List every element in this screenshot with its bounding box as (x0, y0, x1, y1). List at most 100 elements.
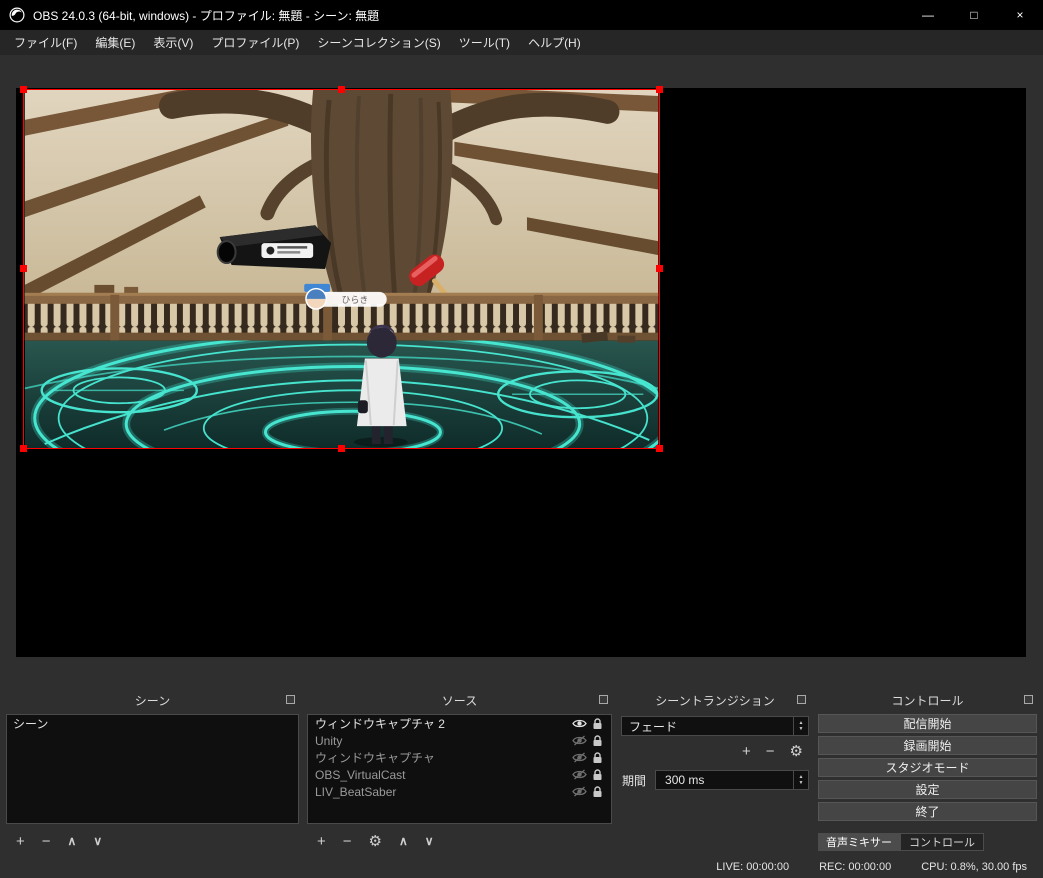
preview-canvas: ひらき (16, 86, 1026, 657)
transition-properties-button[interactable]: ⚙ (790, 744, 803, 759)
transitions-panel-header: シーントランジション (619, 690, 811, 710)
transition-select[interactable]: フェード ▲ ▼ (621, 716, 809, 736)
dock-float-icon[interactable] (1024, 695, 1033, 704)
menubar: ファイル(F) 編集(E) 表示(V) プロファイル(P) シーンコレクション(… (0, 30, 1043, 55)
transition-buttons: + − ⚙ (742, 744, 803, 759)
source-properties-button[interactable]: ⚙ (369, 834, 382, 849)
selection-handle[interactable] (20, 86, 27, 93)
menu-edit[interactable]: 編集(E) (86, 30, 144, 55)
lock-icon[interactable] (588, 717, 606, 730)
lock-icon[interactable] (588, 734, 606, 747)
vr-scene-preview: ひらき (24, 90, 659, 448)
sources-panel: ソース ウィンドウキャプチャ 2 Unity ウィンドウキャプチャ OBS_Vi… (306, 690, 613, 855)
visibility-off-icon[interactable] (570, 769, 588, 780)
selection-handle[interactable] (337, 445, 345, 452)
scene-name: シーン (13, 717, 49, 731)
source-name: ウィンドウキャプチャ (315, 751, 435, 765)
controls-panel: コントロール 配信開始 録画開始 スタジオモード 設定 終了 (817, 690, 1038, 855)
tab-controls[interactable]: コントロール (900, 833, 984, 851)
remove-transition-button[interactable]: − (766, 744, 775, 759)
obs-logo-icon (9, 7, 25, 23)
sources-panel-header: ソース (306, 690, 613, 710)
visibility-icon[interactable] (570, 718, 588, 729)
start-recording-button[interactable]: 録画開始 (818, 736, 1037, 755)
source-name: OBS_VirtualCast (315, 767, 406, 782)
statusbar: LIVE: 00:00:00 REC: 00:00:00 CPU: 0.8%, … (716, 861, 1027, 873)
source-up-button[interactable]: ∧ (399, 835, 408, 847)
close-button[interactable]: × (997, 0, 1043, 30)
lock-icon[interactable] (588, 785, 606, 798)
visibility-off-icon[interactable] (570, 786, 588, 797)
selection-handle[interactable] (20, 445, 27, 452)
add-transition-button[interactable]: + (742, 744, 751, 759)
maximize-button[interactable]: □ (951, 0, 997, 30)
sources-panel-title: ソース (441, 693, 478, 708)
studio-mode-button[interactable]: スタジオモード (818, 758, 1037, 777)
nametag-label: ひらき (342, 295, 369, 305)
scene-up-button[interactable]: ∧ (68, 835, 77, 847)
remove-scene-button[interactable]: − (42, 834, 51, 849)
duration-label: 期間 (622, 773, 647, 788)
cpu-status: CPU: 0.8%, 30.00 fps (921, 861, 1027, 873)
source-name: Unity (315, 733, 343, 748)
transition-select-spinner[interactable]: ▲ ▼ (793, 717, 808, 735)
scenes-panel-header: シーン (5, 690, 300, 710)
dock-float-icon[interactable] (797, 695, 806, 704)
lock-icon[interactable] (588, 768, 606, 781)
exit-button[interactable]: 終了 (818, 802, 1037, 821)
selection-handle[interactable] (656, 445, 663, 452)
obs-window: OBS 24.0.3 (64-bit, windows) - プロファイル: 無… (0, 0, 1043, 878)
lock-icon[interactable] (588, 751, 606, 764)
controls-panel-title: コントロール (891, 693, 964, 708)
selection-handle[interactable] (656, 265, 663, 272)
titlebar: OBS 24.0.3 (64-bit, windows) - プロファイル: 無… (0, 0, 1043, 30)
menu-scene-collection[interactable]: シーンコレクション(S) (308, 30, 449, 55)
sources-list: ウィンドウキャプチャ 2 Unity ウィンドウキャプチャ OBS_Virtua… (307, 714, 612, 824)
controls-panel-header: コントロール (817, 690, 1038, 710)
source-row[interactable]: Unity (308, 732, 611, 749)
add-scene-button[interactable]: + (16, 834, 25, 849)
dock-float-icon[interactable] (286, 695, 295, 704)
source-row[interactable]: ウィンドウキャプチャ 2 (308, 715, 611, 732)
start-streaming-button[interactable]: 配信開始 (818, 714, 1037, 733)
menu-tools[interactable]: ツール(T) (450, 30, 519, 55)
minimize-button[interactable]: — (905, 0, 951, 30)
remove-source-button[interactable]: − (343, 834, 352, 849)
video-source[interactable]: ひらき (20, 86, 663, 452)
window-title: OBS 24.0.3 (64-bit, windows) - プロファイル: 無… (33, 8, 380, 23)
tab-audio-mixer[interactable]: 音声ミキサー (818, 833, 900, 851)
menu-profile[interactable]: プロファイル(P) (202, 30, 308, 55)
selection-handle[interactable] (20, 265, 27, 272)
duration-spinner[interactable]: ▲ ▼ (793, 771, 808, 789)
scene-down-button[interactable]: ∨ (93, 835, 102, 847)
selection-handle[interactable] (656, 86, 663, 93)
source-row[interactable]: LIV_BeatSaber (308, 783, 611, 800)
visibility-off-icon[interactable] (570, 752, 588, 763)
spin-down-icon[interactable]: ▼ (799, 780, 804, 786)
duration-input[interactable]: 300 ms ▲ ▼ (655, 770, 809, 790)
menu-help[interactable]: ヘルプ(H) (519, 30, 590, 55)
scenes-list: シーン (6, 714, 299, 824)
source-name: LIV_BeatSaber (315, 784, 397, 799)
scenes-panel: シーン シーン + − ∧ ∨ (5, 690, 300, 855)
source-row[interactable]: OBS_VirtualCast (308, 766, 611, 783)
menu-view[interactable]: 表示(V) (144, 30, 202, 55)
source-row[interactable]: ウィンドウキャプチャ (308, 749, 611, 766)
visibility-off-icon[interactable] (570, 735, 588, 746)
scene-list-item[interactable]: シーン (7, 715, 298, 732)
live-status: LIVE: 00:00:00 (716, 861, 790, 873)
menu-file[interactable]: ファイル(F) (5, 30, 86, 55)
scenes-panel-title: シーン (134, 693, 171, 708)
spin-down-icon[interactable]: ▼ (799, 726, 804, 732)
duration-value: 300 ms (665, 773, 705, 787)
source-name: ウィンドウキャプチャ 2 (315, 717, 445, 731)
selection-handle[interactable] (337, 86, 345, 93)
transition-selected-value: フェード (629, 719, 678, 734)
duration-row: 期間 300 ms ▲ ▼ (622, 770, 809, 790)
add-source-button[interactable]: + (317, 834, 326, 849)
source-down-button[interactable]: ∨ (425, 835, 434, 847)
settings-button[interactable]: 設定 (818, 780, 1037, 799)
sources-toolbar: + − ⚙ ∧ ∨ (310, 831, 434, 851)
transitions-panel-title: シーントランジション (655, 693, 775, 708)
dock-float-icon[interactable] (599, 695, 608, 704)
